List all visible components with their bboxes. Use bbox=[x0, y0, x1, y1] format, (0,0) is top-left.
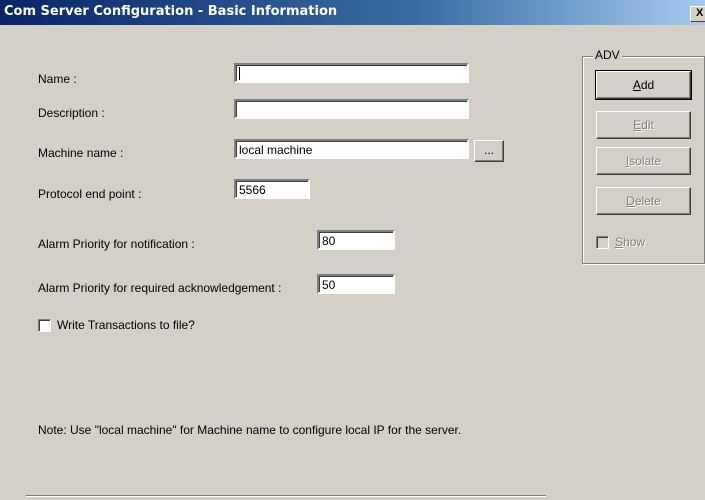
show-checkbox[interactable] bbox=[596, 236, 609, 249]
alarm-notify-field[interactable]: 80 bbox=[317, 230, 395, 250]
description-label: Description : bbox=[38, 106, 105, 120]
edit-button[interactable]: Edit bbox=[596, 111, 691, 139]
protocol-label: Protocol end point : bbox=[38, 187, 142, 201]
close-button[interactable]: X bbox=[690, 6, 705, 22]
show-label: Show bbox=[615, 235, 646, 249]
alarm-ack-label: Alarm Priority for required acknowledgem… bbox=[38, 281, 282, 295]
machine-name-label: Machine name : bbox=[38, 146, 124, 160]
window-title: Com Server Configuration - Basic Informa… bbox=[4, 4, 338, 19]
machine-name-field[interactable]: local machine bbox=[234, 139, 469, 159]
add-button[interactable]: Add bbox=[595, 70, 692, 100]
bottom-divider bbox=[26, 495, 546, 497]
delete-button[interactable]: Delete bbox=[596, 187, 691, 215]
isolate-button[interactable]: Isolate bbox=[596, 147, 691, 175]
browse-machine-button[interactable]: ... bbox=[474, 140, 504, 162]
write-transactions-checkbox[interactable] bbox=[38, 319, 51, 332]
title-bar: Com Server Configuration - Basic Informa… bbox=[0, 0, 705, 25]
name-field[interactable] bbox=[234, 63, 469, 83]
note-text: Note: Use "local machine" for Machine na… bbox=[38, 423, 462, 437]
name-label: Name : bbox=[38, 72, 77, 86]
protocol-field[interactable]: 5566 bbox=[234, 179, 310, 199]
description-field[interactable] bbox=[234, 99, 469, 119]
alarm-notify-label: Alarm Priority for notification : bbox=[38, 237, 195, 251]
text-caret bbox=[239, 67, 240, 80]
write-transactions-label: Write Transactions to file? bbox=[57, 318, 195, 332]
adv-group-label: ADV bbox=[593, 48, 622, 62]
alarm-ack-field[interactable]: 50 bbox=[317, 274, 395, 294]
